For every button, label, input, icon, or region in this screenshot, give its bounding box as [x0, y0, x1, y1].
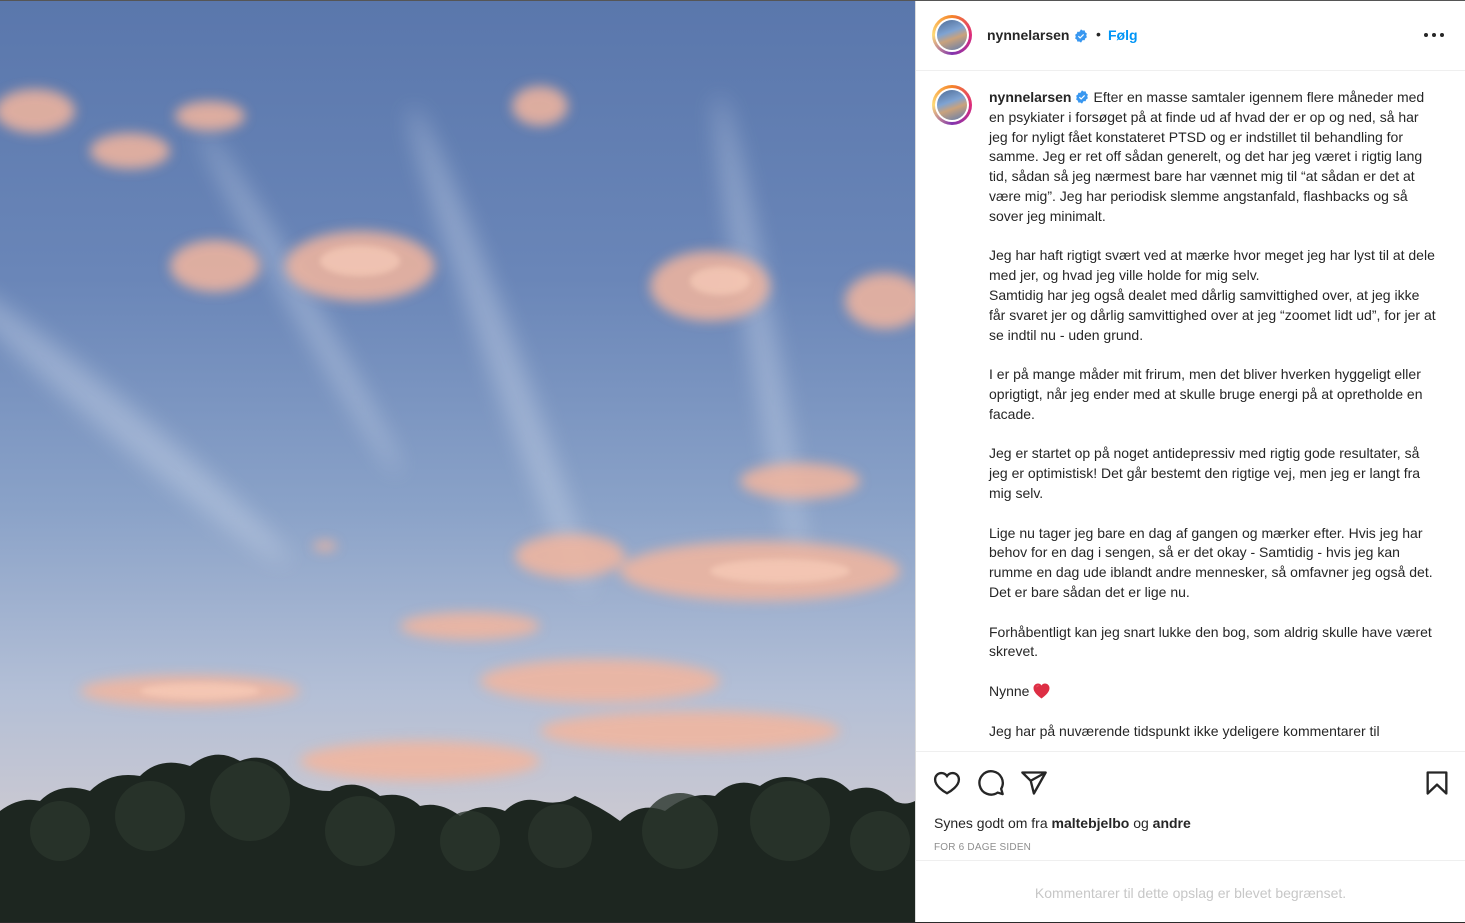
comments-footer: Kommentarer til dette opslag er blevet b… — [916, 860, 1465, 923]
post-modal: nynnelarsen • Følg nynnelarsen Efter en m… — [0, 0, 1465, 922]
caption-author-avatar[interactable] — [932, 85, 972, 125]
author-username[interactable]: nynnelarsen — [987, 27, 1069, 43]
verified-badge-icon — [1075, 29, 1087, 43]
caption-paragraph-5: Lige nu tager jeg bare en dag af gangen … — [989, 524, 1437, 600]
post-header: nynnelarsen • Følg — [916, 1, 1465, 71]
comment-icon[interactable] — [977, 769, 1005, 797]
share-icon[interactable] — [1020, 769, 1048, 797]
caption-username[interactable]: nynnelarsen — [989, 89, 1071, 105]
caption-signoff: Nynne — [989, 682, 1437, 702]
follow-button[interactable]: Følg — [1108, 27, 1138, 43]
more-options-icon[interactable] — [1422, 25, 1446, 45]
caption-paragraph-3: I er på mange måder mit frirum, men det … — [989, 366, 1427, 422]
likes-summary: Synes godt om fra maltebjelbo og andre — [934, 815, 1191, 831]
signoff-text: Nynne — [989, 682, 1030, 699]
author-avatar[interactable] — [932, 15, 972, 55]
verified-badge-icon — [1076, 90, 1089, 104]
caption-paragraph-2: Jeg har haft rigtigt svært ved at mærke … — [989, 247, 1436, 343]
post-image[interactable] — [0, 1, 915, 922]
likes-others-link[interactable]: andre — [1153, 815, 1191, 831]
likes-conjunction: og — [1133, 815, 1149, 831]
caption-paragraph-1: nynnelarsen Efter en masse samtaler igenn… — [989, 88, 1437, 227]
caption-paragraph-7: Jeg har på nuværende tidspunkt ikke ydel… — [989, 722, 1380, 739]
separator-dot: • — [1096, 26, 1101, 42]
action-bar — [916, 751, 1465, 812]
caption-paragraph-1-text: Efter en masse samtaler igennem flere må… — [989, 89, 1429, 224]
sky-photo — [0, 86, 915, 922]
likes-prefix: Synes godt om fra — [934, 815, 1048, 831]
caption-paragraph-6: Forhåbentligt kan jeg snart lukke den bo… — [989, 623, 1436, 660]
post-sidebar: nynnelarsen • Følg nynnelarsen Efter en m… — [915, 1, 1465, 922]
caption-scroll-area[interactable]: nynnelarsen Efter en masse samtaler igenn… — [916, 71, 1465, 751]
likes-user-link[interactable]: maltebjelbo — [1052, 815, 1130, 831]
caption-paragraph-4: Jeg er startet op på noget antidepressiv… — [989, 445, 1424, 501]
caption-text: nynnelarsen Efter en masse samtaler igenn… — [989, 88, 1437, 751]
bookmark-icon[interactable] — [1423, 769, 1451, 797]
comments-restricted-notice: Kommentarer til dette opslag er blevet b… — [1034, 885, 1347, 901]
post-timestamp[interactable]: FOR 6 DAGE SIDEN — [934, 842, 1031, 853]
red-heart-icon — [1033, 683, 1050, 699]
heart-icon[interactable] — [933, 769, 961, 797]
